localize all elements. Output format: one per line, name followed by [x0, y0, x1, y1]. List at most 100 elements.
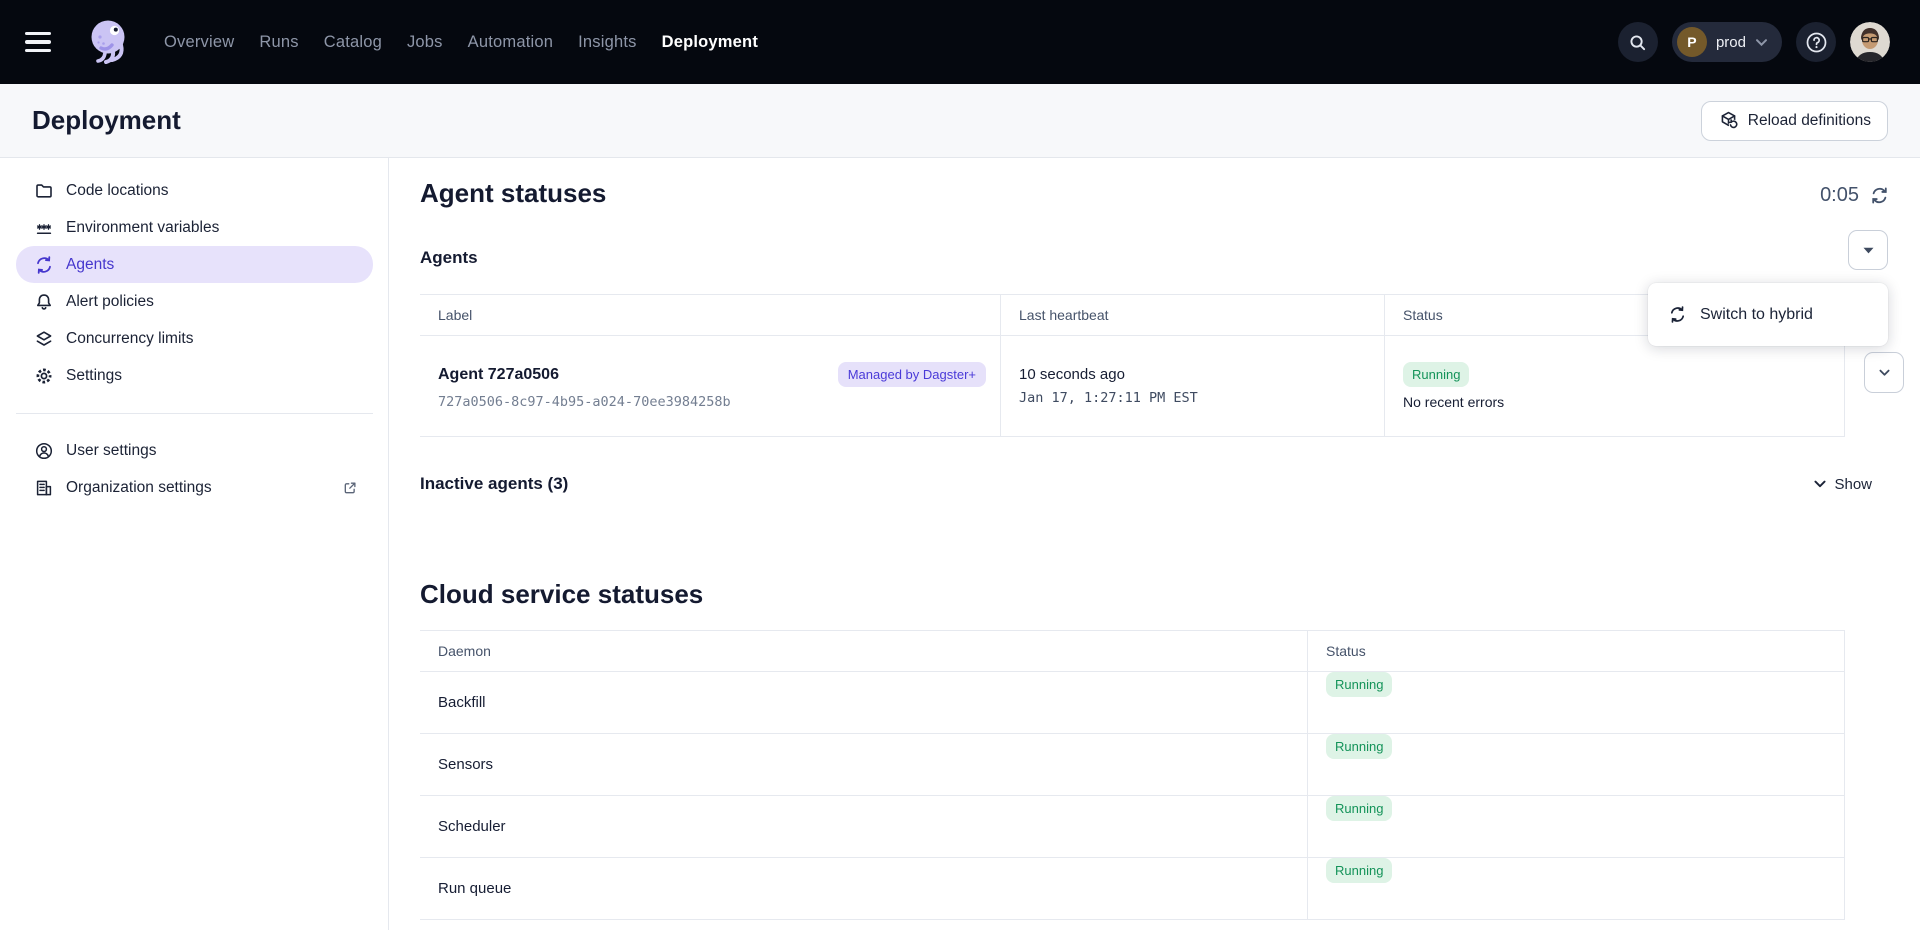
sidebar-item-label: Alert policies — [66, 293, 154, 311]
bell-icon — [34, 292, 54, 312]
inactive-agents-show-toggle[interactable]: Show — [1813, 476, 1872, 493]
daemon-status-badge: Running — [1326, 796, 1392, 821]
nav-link-deployment[interactable]: Deployment — [662, 33, 758, 52]
sidebar-item-label: Environment variables — [66, 219, 219, 237]
managed-by-badge: Managed by Dagster+ — [838, 362, 986, 387]
sidebar-divider — [16, 413, 373, 414]
agent-row-expand-button[interactable] — [1864, 352, 1904, 393]
column-header-daemon: Daemon — [420, 631, 1307, 671]
gear-icon — [34, 366, 54, 386]
external-link-icon — [341, 479, 359, 497]
sidebar-item-alert-policies[interactable]: Alert policies — [16, 283, 373, 320]
agent-status-badge: Running — [1403, 362, 1469, 387]
sidebar-item-settings[interactable]: Settings — [16, 357, 373, 394]
sidebar-item-label: Concurrency limits — [66, 330, 193, 348]
sidebar-item-concurrency-limits[interactable]: Concurrency limits — [16, 320, 373, 357]
chevron-down-icon — [1755, 38, 1768, 47]
menu-item-label: Switch to hybrid — [1700, 306, 1813, 324]
agents-table: Label Last heartbeat Status Agent 727a05… — [420, 294, 1845, 437]
cloud-services-table: Daemon Status Backfill Running Sensors R… — [420, 630, 1845, 920]
help-icon — [1805, 31, 1828, 54]
dagster-logo[interactable] — [81, 16, 133, 68]
nav-link-automation[interactable]: Automation — [468, 33, 553, 52]
deployment-sidebar: Code locations Environment variables Age… — [0, 158, 389, 930]
layers-icon — [34, 329, 54, 349]
column-header-label: Label — [420, 295, 1000, 335]
workspace-switcher[interactable]: P prod — [1672, 22, 1782, 62]
sidebar-item-user-settings[interactable]: User settings — [16, 432, 373, 469]
reload-definitions-label: Reload definitions — [1748, 112, 1871, 130]
page-title: Deployment — [32, 105, 181, 136]
daemon-name: Scheduler — [420, 796, 1307, 857]
cloud-service-statuses-title: Cloud service statuses — [420, 579, 703, 610]
daemon-row: Backfill Running — [420, 672, 1845, 734]
folder-icon — [34, 181, 54, 201]
inactive-agents-label: Inactive agents (3) — [420, 474, 568, 494]
agents-options-menu: Switch to hybrid — [1648, 283, 1888, 346]
heartbeat-relative: 10 seconds ago — [1019, 366, 1366, 383]
agent-statuses-title: Agent statuses — [420, 178, 606, 209]
sidebar-item-label: Code locations — [66, 182, 169, 200]
env-vars-icon — [34, 218, 54, 238]
agent-label-cell: Agent 727a0506 Managed by Dagster+ 727a0… — [420, 336, 1000, 436]
building-icon — [34, 478, 54, 498]
workspace-name: prod — [1716, 34, 1746, 51]
daemon-row: Sensors Running — [420, 734, 1845, 796]
sidebar-item-code-locations[interactable]: Code locations — [16, 172, 373, 209]
agent-status-cell: Running No recent errors — [1384, 336, 1845, 436]
agent-name: Agent 727a0506 — [438, 366, 559, 384]
nav-link-catalog[interactable]: Catalog — [324, 33, 382, 52]
daemon-name: Sensors — [420, 734, 1307, 795]
daemon-name: Run queue — [420, 858, 1307, 919]
chevron-down-icon — [1877, 365, 1892, 380]
agent-status-note: No recent errors — [1403, 394, 1827, 410]
column-header-last-heartbeat: Last heartbeat — [1000, 295, 1384, 335]
daemon-row: Run queue Running — [420, 858, 1845, 920]
search-icon — [1628, 33, 1647, 52]
search-button[interactable] — [1618, 22, 1658, 62]
nav-links: Overview Runs Catalog Jobs Automation In… — [164, 33, 758, 52]
menu-item-switch-to-hybrid[interactable]: Switch to hybrid — [1648, 293, 1888, 337]
heartbeat-timestamp: Jan 17, 1:27:11 PM EST — [1019, 390, 1366, 406]
sidebar-item-label: Agents — [66, 256, 114, 274]
help-button[interactable] — [1796, 22, 1836, 62]
top-nav: Overview Runs Catalog Jobs Automation In… — [0, 0, 1920, 84]
sidebar-item-agents[interactable]: Agents — [16, 246, 373, 283]
inactive-agents-row: Inactive agents (3) Show — [420, 466, 1872, 502]
daemon-status-badge: Running — [1326, 734, 1392, 759]
nav-link-insights[interactable]: Insights — [578, 33, 636, 52]
agents-section-title: Agents — [420, 248, 478, 268]
agent-icon — [34, 255, 54, 275]
agent-id: 727a0506-8c97-4b95-a024-70ee3984258b — [438, 394, 982, 410]
show-toggle-label: Show — [1834, 476, 1872, 493]
agent-row: Agent 727a0506 Managed by Dagster+ 727a0… — [420, 336, 1845, 437]
agent-heartbeat-cell: 10 seconds ago Jan 17, 1:27:11 PM EST — [1000, 336, 1384, 436]
workspace-avatar: P — [1677, 27, 1707, 57]
nav-link-overview[interactable]: Overview — [164, 33, 234, 52]
sidebar-item-label: Settings — [66, 367, 122, 385]
nav-link-runs[interactable]: Runs — [259, 33, 298, 52]
sidebar-item-organization-settings[interactable]: Organization settings — [16, 469, 373, 506]
user-icon — [34, 441, 54, 461]
main-content: Agent statuses 0:05 Agents Label Last he… — [389, 158, 1920, 930]
daemon-name: Backfill — [420, 672, 1307, 733]
sidebar-item-label: User settings — [66, 442, 156, 460]
sidebar-item-label: Organization settings — [66, 479, 212, 497]
hamburger-menu-icon[interactable] — [25, 25, 59, 59]
refresh-timer: 0:05 — [1820, 184, 1890, 207]
sidebar-item-environment-variables[interactable]: Environment variables — [16, 209, 373, 246]
reload-definitions-button[interactable]: Reload definitions — [1701, 101, 1888, 141]
reload-definitions-icon — [1718, 110, 1739, 131]
column-header-status: Status — [1307, 631, 1845, 671]
chevron-down-icon — [1813, 479, 1827, 489]
daemon-status-badge: Running — [1326, 672, 1392, 697]
caret-down-icon — [1863, 247, 1874, 254]
agent-icon — [1668, 305, 1687, 324]
agents-options-button[interactable] — [1848, 230, 1888, 270]
agents-table-header: Label Last heartbeat Status — [420, 294, 1845, 336]
page-header: Deployment Reload definitions — [0, 84, 1920, 158]
user-avatar[interactable] — [1850, 22, 1890, 62]
refresh-countdown: 0:05 — [1820, 184, 1859, 207]
nav-link-jobs[interactable]: Jobs — [407, 33, 443, 52]
refresh-icon[interactable] — [1869, 185, 1890, 206]
